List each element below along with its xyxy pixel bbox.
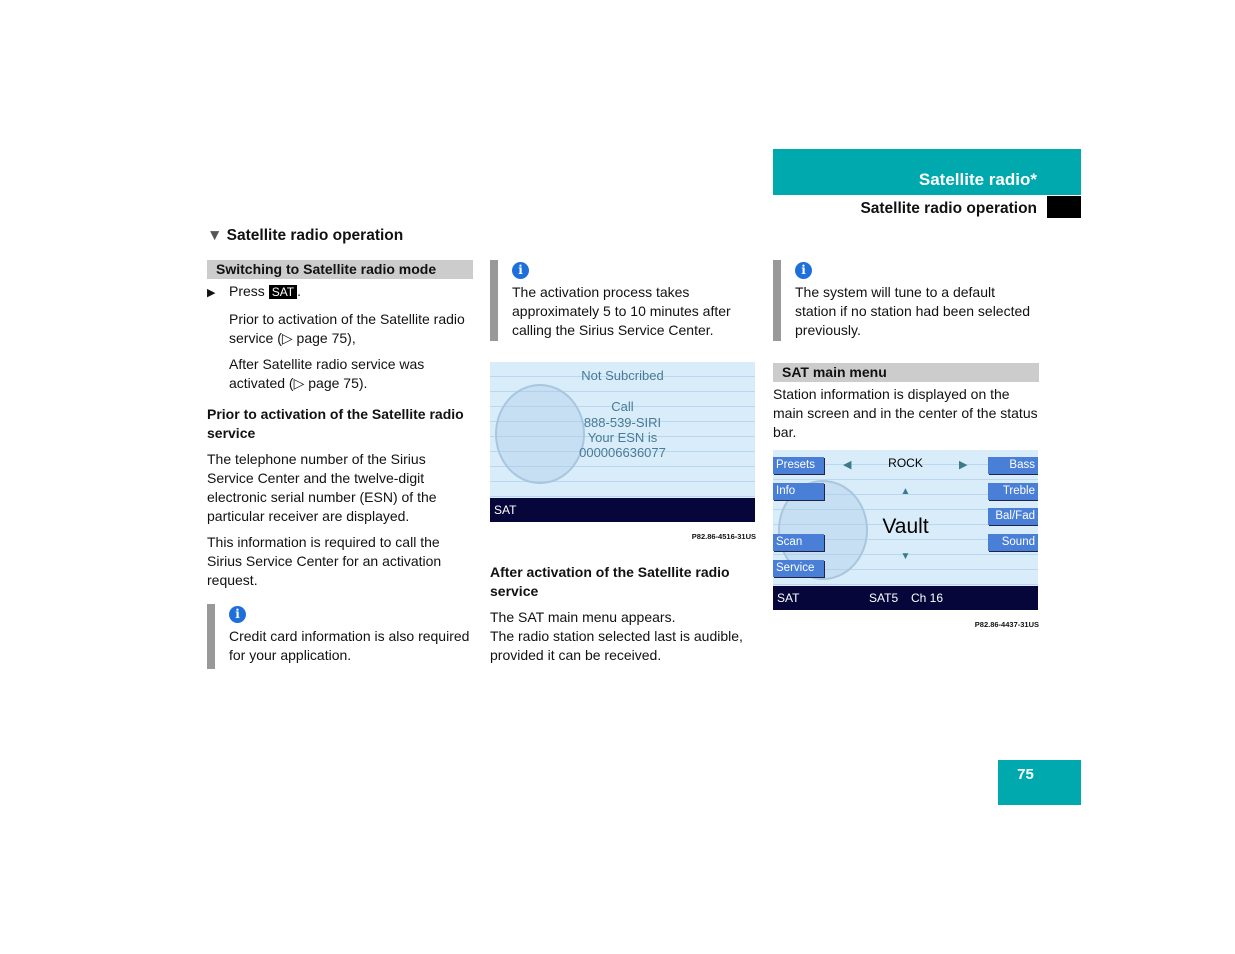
info-note: i The system will tune to a default stati… [773, 260, 1039, 341]
station-name: Vault [882, 515, 929, 538]
chapter-title: Satellite radio* [918, 170, 1037, 189]
instruction: ▶ Press SAT. [207, 282, 473, 303]
info-icon: i [512, 262, 529, 279]
paragraph: The radio station selected last is audib… [490, 628, 743, 663]
sat-key: SAT [268, 285, 298, 299]
press-text: Press [229, 283, 265, 299]
screen-text: Your ESN is [587, 430, 658, 445]
info-icon: i [795, 262, 812, 279]
screen-text: 000006636077 [579, 445, 666, 460]
subheading: Prior to activation of the Satellite rad… [207, 406, 464, 441]
column-1: Switching to Satellite radio mode ▶ Press… [207, 260, 473, 669]
display-screen-sat-main-menu: Presets Info Scan Service Bass Treble Ba… [773, 450, 1038, 610]
paragraph: Prior to activation of the Satellite rad… [229, 311, 465, 346]
paragraph: This information is required to call the… [207, 534, 442, 588]
paragraph: Station information is displayed on the … [773, 386, 1038, 440]
column-2: i The activation process takes approximat… [490, 260, 756, 665]
info-note: i The activation process takes approximat… [490, 260, 756, 341]
status-source: SAT [777, 591, 800, 605]
note-text: The activation process takes approximate… [512, 284, 731, 338]
section-title: ▼ Satellite radio operation [207, 226, 403, 245]
note-text: Credit card information is also required… [229, 628, 470, 663]
screen-text: Not Subcribed [581, 368, 664, 383]
subheading: After activation of the Satellite radio … [490, 564, 730, 599]
figure-code: P82.86-4516-31US [691, 532, 756, 541]
status-channel: Ch 16 [911, 591, 944, 605]
section-header: Satellite radio operation [860, 200, 1037, 217]
status-bar: SAT [490, 498, 755, 522]
paragraph: The telephone number of the Sirius Servi… [207, 451, 437, 524]
screen-text: Call [611, 399, 634, 414]
paragraph: The SAT main menu appears. [490, 609, 676, 625]
subheading-bar: Switching to Satellite radio mode [207, 260, 473, 279]
screen-text: 888-539-SIRI [583, 415, 662, 430]
status-band: SAT5 [869, 591, 899, 605]
note-text: The system will tune to a default statio… [795, 284, 1031, 338]
figure-code: P82.86-4437-31US [974, 620, 1039, 629]
chapter-header: Satellite radio* [773, 149, 1081, 195]
section-title-text: Satellite radio operation [226, 227, 404, 244]
bullet-arrow-icon: ▶ [207, 287, 216, 299]
page-number: 75 [998, 760, 1081, 805]
status-bar: SAT SAT5 Ch 16 [773, 586, 1038, 610]
info-icon: i [229, 606, 246, 623]
arrow-down-icon[interactable]: ▼ [773, 549, 1038, 564]
triangle-down-icon: ▼ [207, 227, 223, 244]
display-screen-not-subscribed: Not Subcribed Call 888-539-SIRI Your ESN… [490, 362, 755, 522]
column-3: i The system will tune to a default stati… [773, 260, 1039, 634]
header-marker [1047, 196, 1081, 218]
subheading-bar: SAT main menu [773, 363, 1039, 382]
paragraph: After Satellite radio service was activa… [229, 356, 425, 391]
arrow-up-icon[interactable]: ▲ [773, 484, 1038, 499]
category-label: ROCK [888, 456, 923, 470]
info-note: i Credit card information is also require… [207, 604, 473, 669]
